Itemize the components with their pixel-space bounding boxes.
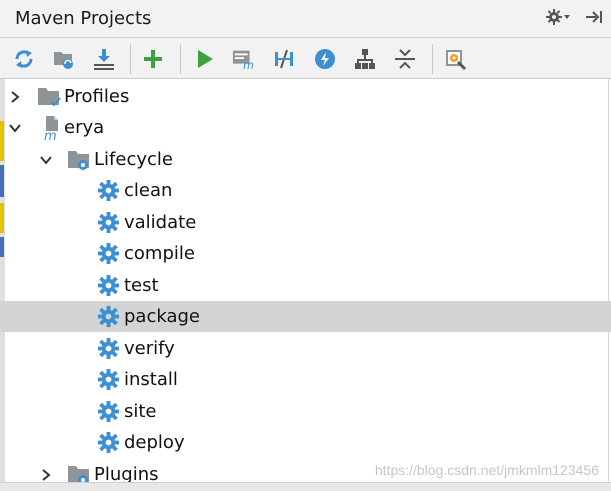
lifecycle-goal-install[interactable]: install	[0, 364, 611, 395]
tree-label: erya	[64, 117, 105, 138]
profiles-folder-icon	[37, 85, 61, 107]
lifecycle-goal-validate[interactable]: validate	[0, 207, 611, 238]
lifecycle-goal-site[interactable]: site	[0, 396, 611, 427]
collapse-arrow-icon[interactable]	[8, 121, 22, 135]
panel-header: Maven Projects	[0, 0, 611, 38]
collapse-arrow-icon[interactable]	[39, 153, 53, 167]
maven-module-icon: m	[40, 115, 62, 144]
goal-gear-icon	[97, 211, 120, 234]
goal-gear-icon	[97, 305, 120, 328]
tree-label: deploy	[124, 432, 185, 453]
tree-node-project[interactable]: m erya	[0, 112, 611, 144]
svg-text:m: m	[243, 59, 254, 71]
lifecycle-goal-deploy[interactable]: deploy	[0, 427, 611, 458]
goal-gear-icon	[97, 274, 120, 297]
expand-arrow-icon[interactable]	[8, 90, 22, 104]
tree-label: Profiles	[64, 86, 130, 107]
run-maven-build-icon[interactable]	[193, 47, 217, 71]
gear-dropdown-icon[interactable]	[545, 8, 571, 26]
tree-label: Lifecycle	[94, 149, 173, 170]
panel-title: Maven Projects	[15, 8, 152, 29]
tree-label: verify	[124, 338, 175, 359]
show-dependencies-icon[interactable]	[353, 47, 377, 71]
tree-label: install	[124, 369, 178, 390]
execute-maven-goal-icon[interactable]: m	[232, 47, 256, 71]
tree-node-lifecycle[interactable]: Lifecycle	[0, 144, 611, 175]
collapse-all-icon[interactable]	[393, 47, 417, 71]
maven-project-tree: Profiles m erya Lifecycle clean validate…	[0, 79, 611, 485]
tree-label: test	[124, 275, 159, 296]
expand-arrow-icon[interactable]	[39, 468, 53, 482]
download-sources-icon[interactable]	[92, 47, 116, 71]
add-maven-project-icon[interactable]	[141, 47, 165, 71]
goal-gear-icon	[97, 368, 120, 391]
maven-settings-icon[interactable]	[443, 47, 467, 71]
tree-label: clean	[124, 180, 173, 201]
maven-toolbar: m	[0, 38, 611, 79]
lifecycle-goal-package[interactable]: package	[0, 301, 611, 332]
panel-bottom-edge	[0, 482, 611, 491]
lifecycle-folder-icon	[67, 148, 89, 170]
goal-gear-icon	[97, 400, 120, 423]
goal-gear-icon	[97, 337, 120, 360]
goal-gear-icon	[97, 242, 120, 265]
hide-panel-icon[interactable]	[585, 9, 603, 25]
lifecycle-goal-verify[interactable]: verify	[0, 333, 611, 364]
generate-sources-icon[interactable]	[52, 47, 76, 71]
reimport-icon[interactable]	[12, 47, 36, 71]
goal-gear-icon	[97, 431, 120, 454]
tree-label: site	[124, 401, 157, 422]
lifecycle-goal-test[interactable]: test	[0, 270, 611, 301]
toggle-skip-tests-icon[interactable]	[313, 47, 337, 71]
goal-gear-icon	[97, 179, 120, 202]
lifecycle-goal-clean[interactable]: clean	[0, 175, 611, 206]
tree-label: validate	[124, 212, 197, 233]
watermark-text: https://blog.csdn.net/jmkmlm123456	[374, 462, 599, 478]
tree-node-profiles[interactable]: Profiles	[0, 81, 611, 112]
lifecycle-goal-compile[interactable]: compile	[0, 238, 611, 269]
svg-text:m: m	[44, 129, 57, 141]
tree-label: package	[124, 306, 200, 327]
tree-label: compile	[124, 243, 195, 264]
panel-header-tools	[545, 8, 603, 26]
toggle-offline-mode-icon[interactable]	[272, 47, 296, 71]
